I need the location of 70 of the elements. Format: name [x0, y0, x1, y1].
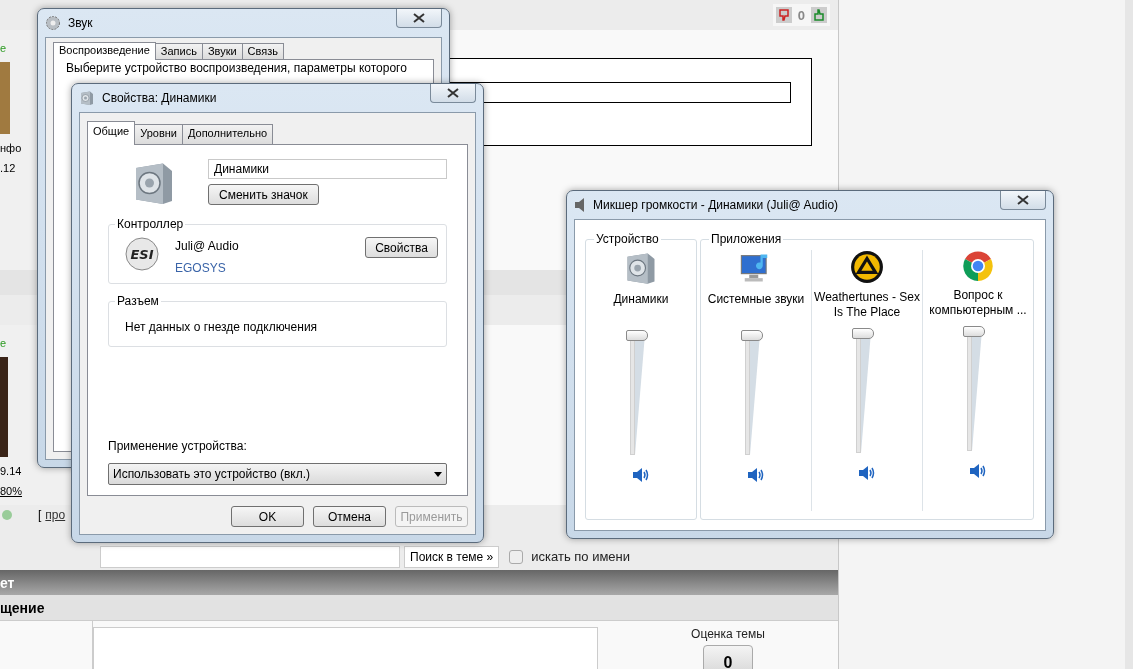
rating-label: Оценка темы: [691, 627, 765, 641]
channel-name: Динамики: [612, 292, 670, 308]
group-legend: Устройство: [594, 232, 661, 246]
close-icon: [1017, 195, 1029, 205]
section-bar: ет: [0, 570, 838, 595]
speaker-icon: [574, 197, 586, 213]
close-icon: [447, 88, 459, 98]
slider-thumb[interactable]: [741, 330, 763, 341]
user-info-text: нфо: [0, 142, 22, 154]
slider-thumb[interactable]: [852, 328, 874, 339]
tab[interactable]: Звуки: [201, 43, 243, 59]
group-legend: Приложения: [709, 232, 784, 246]
search-button[interactable]: Поиск в теме »: [404, 546, 500, 568]
search-field[interactable]: [100, 546, 400, 568]
slider-thumb[interactable]: [626, 330, 648, 341]
speaker-volume-icon[interactable]: [632, 467, 650, 483]
window-title: Звук: [68, 16, 93, 30]
photo-placeholder: [0, 62, 10, 134]
vendor-name: EGOSYS: [175, 261, 227, 275]
group-legend: Разъем: [115, 294, 161, 308]
bracket-text: [: [38, 508, 42, 522]
close-button[interactable]: [430, 84, 476, 103]
dialog-button[interactable]: OK: [231, 506, 304, 527]
speaker-volume-icon[interactable]: [969, 463, 987, 479]
online-icon: [2, 510, 12, 520]
user-date: .12: [0, 162, 16, 174]
logo-icon: ESI: [125, 237, 159, 271]
dialog-button[interactable]: Отмена: [313, 506, 386, 527]
device-usage-dropdown[interactable]: Использовать это устройство (вкл.): [108, 463, 447, 485]
channel-name: Вопрос к компьютерным ...: [928, 288, 1028, 319]
caret-icon: [434, 471, 442, 477]
tab[interactable]: Дополнительно: [181, 124, 274, 144]
user-percent: 80%: [0, 485, 23, 497]
user-status: е: [0, 337, 7, 349]
group-legend: Контроллер: [115, 217, 186, 231]
instruction-text: Выберите устройство воспроизведения, параметры которого: [65, 60, 408, 75]
usage-label: Применение устройства:: [108, 439, 248, 453]
tab[interactable]: Общие: [87, 121, 136, 145]
device-name-field[interactable]: Динамики: [208, 159, 447, 179]
tab[interactable]: Воспроизведение: [53, 42, 156, 60]
tab[interactable]: Связь: [241, 43, 284, 59]
controller-name: Juli@ Audio: [175, 239, 240, 253]
change-icon-button[interactable]: Сменить значок: [208, 184, 319, 205]
slider-thumb[interactable]: [963, 326, 985, 337]
tab[interactable]: Уровни: [134, 124, 183, 144]
speaker-volume-icon[interactable]: [747, 467, 765, 483]
speaker-icon: [79, 90, 95, 106]
search-by-name-checkbox[interactable]: [509, 549, 524, 564]
profile-link[interactable]: про: [45, 508, 66, 522]
window-title: Микшер громкости - Динамики (Juli@ Audio): [593, 198, 839, 212]
vote-count: 0: [797, 7, 805, 23]
user-date: 9.14: [0, 465, 22, 477]
browser-logo-icon: [962, 250, 994, 282]
user-status: е: [0, 42, 7, 54]
thumbs-up-icon[interactable]: [811, 7, 827, 23]
rating-button[interactable]: 0: [703, 645, 753, 669]
channel-name: Weathertunes - Sex Is The Place: [813, 290, 921, 321]
properties-button[interactable]: Свойства: [365, 237, 438, 258]
jack-info-text: Нет данных о гнезде подключения: [125, 319, 319, 336]
close-button[interactable]: [1000, 191, 1046, 210]
triangle-logo-icon: [850, 250, 884, 284]
close-icon: [413, 13, 425, 23]
channel-name: Системные звуки: [706, 292, 806, 308]
gear-icon: [45, 15, 61, 31]
speaker-volume-icon[interactable]: [858, 465, 876, 481]
checkbox-label: искать по имени: [531, 549, 631, 564]
close-button[interactable]: [396, 9, 442, 28]
window-title: Свойства: Динамики: [102, 91, 217, 105]
tab[interactable]: Запись: [154, 43, 203, 59]
subsection-bar: щение: [0, 595, 838, 621]
